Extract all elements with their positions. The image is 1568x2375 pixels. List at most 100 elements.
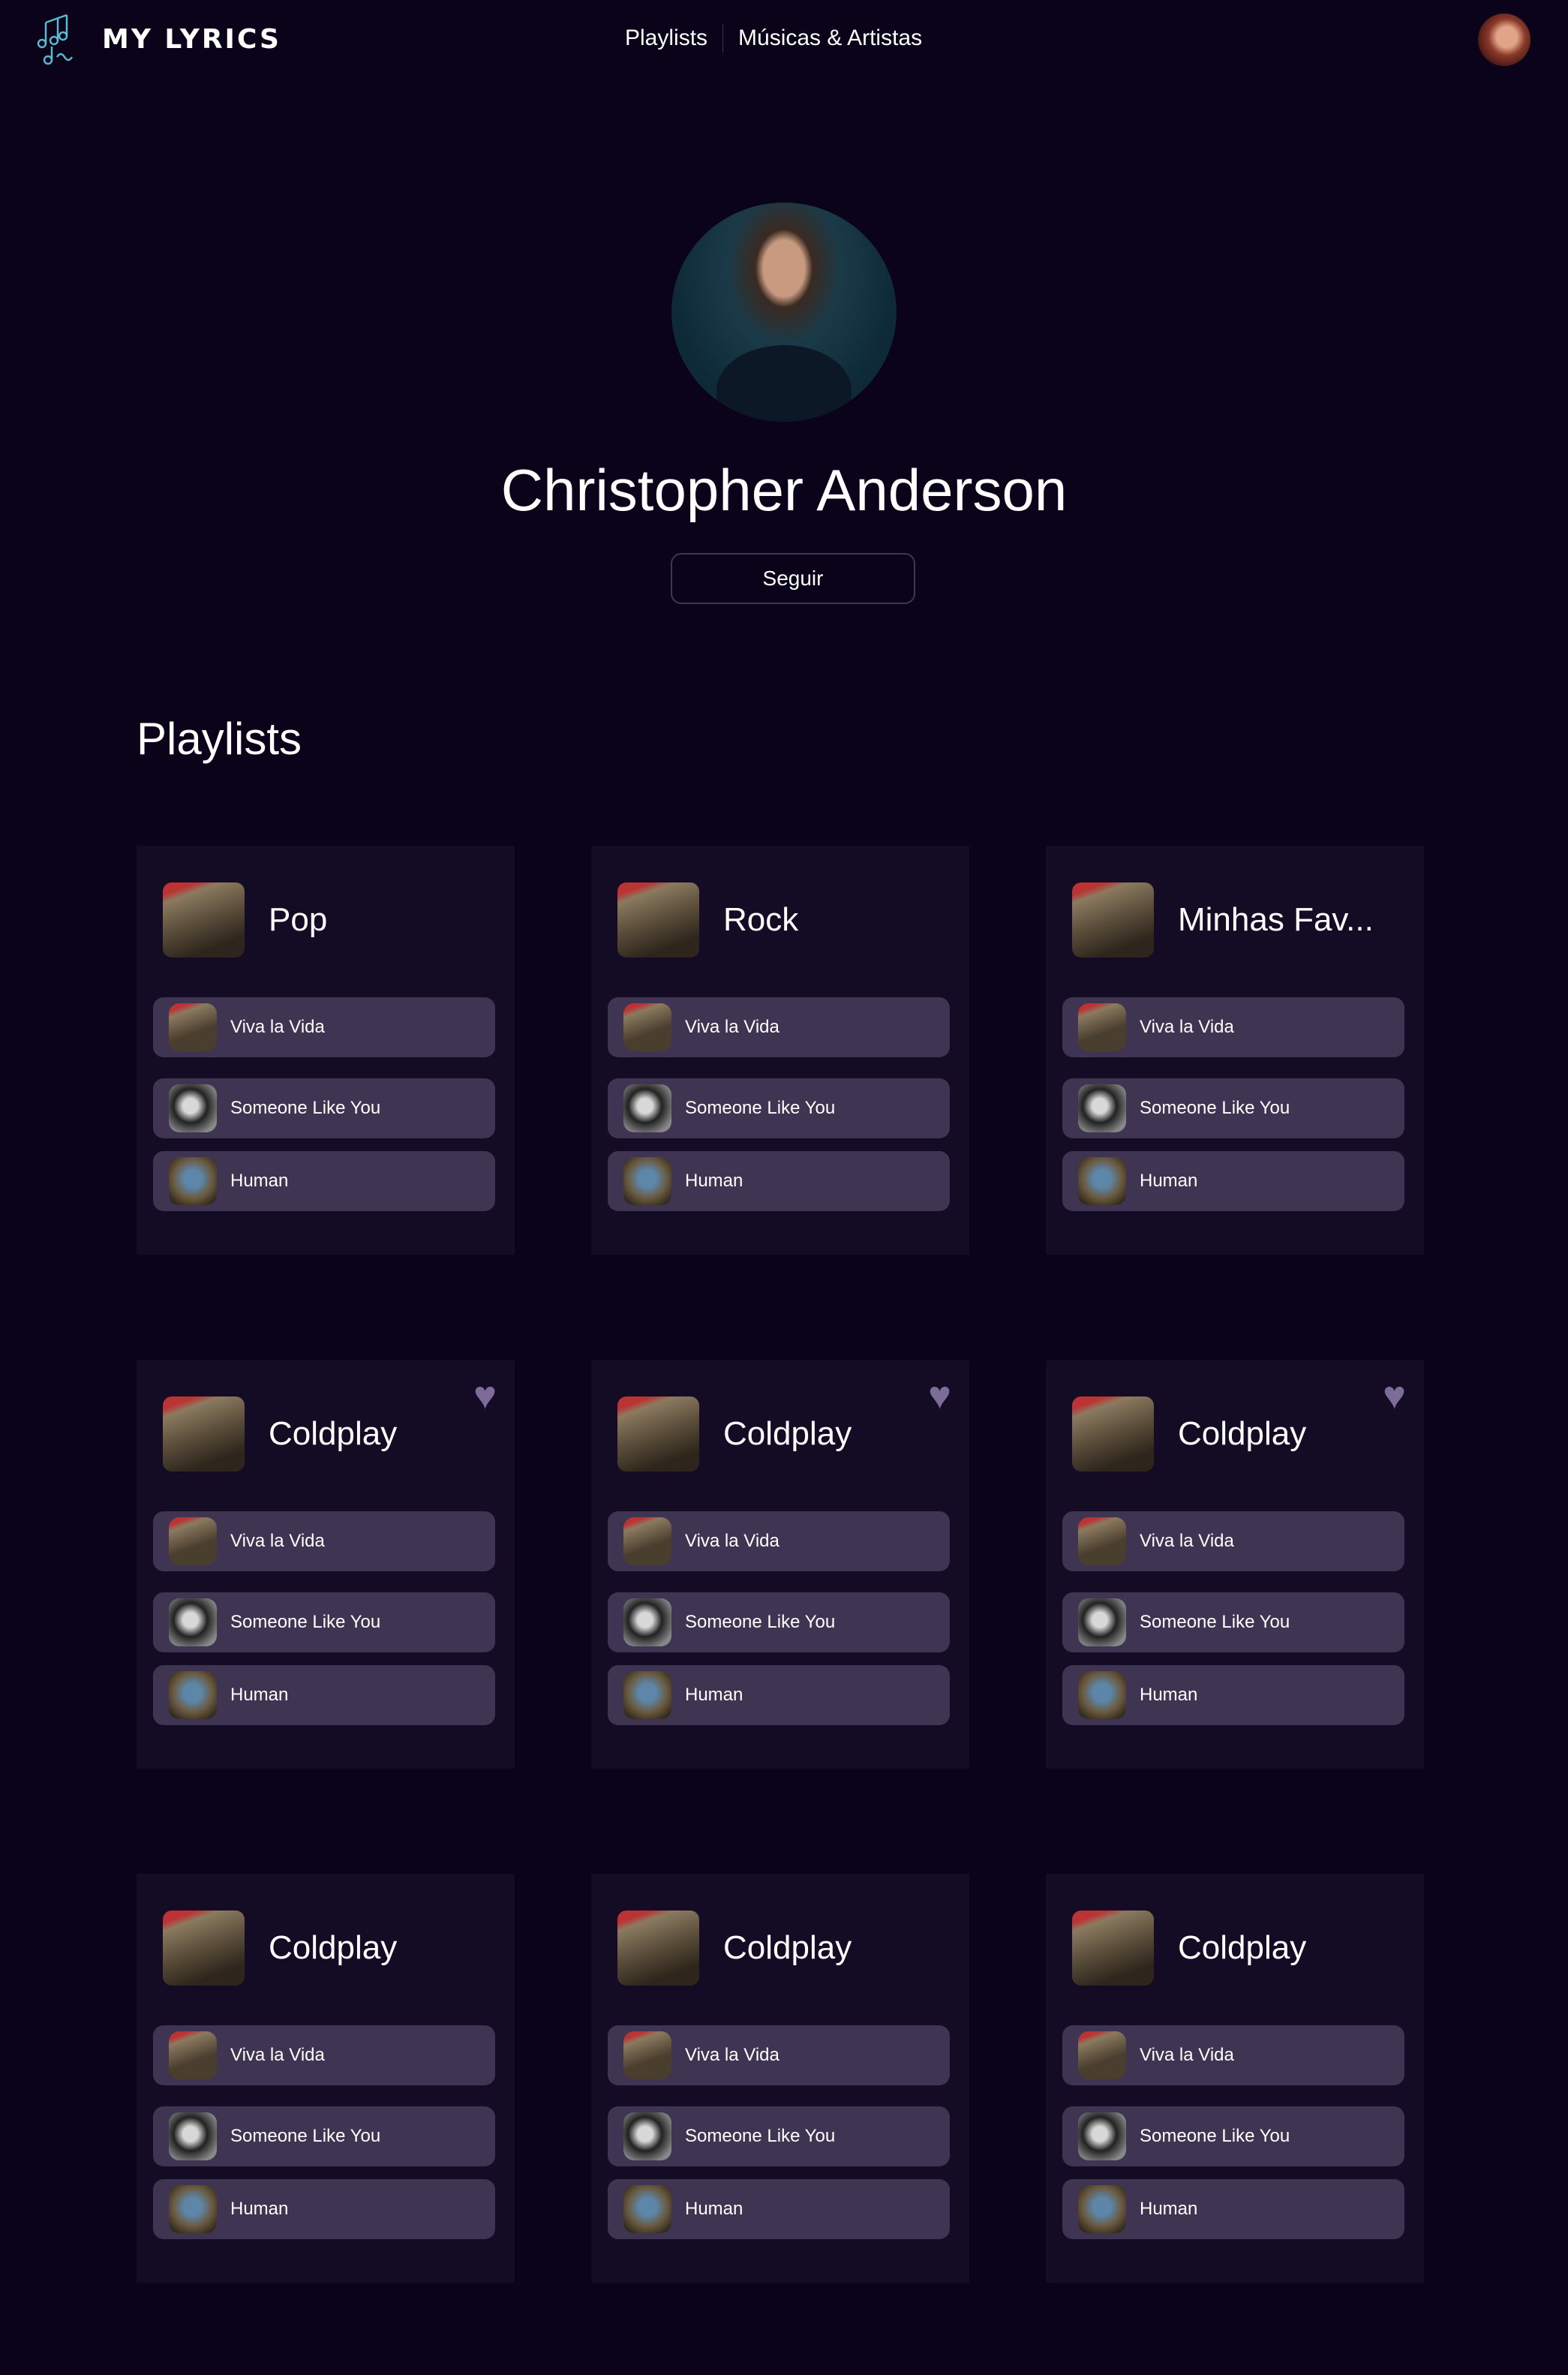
playlist-card[interactable]: VIVA LA VIDA Rock Viva la Vida Someone L… [591, 846, 969, 1255]
playlist-cover: VIVA LA VIDA [163, 1396, 245, 1472]
song-item[interactable]: Human [153, 1151, 495, 1211]
song-item[interactable]: Viva la Vida [1062, 997, 1404, 1057]
playlist-title: Coldplay [269, 1929, 398, 1966]
song-thumbnail [623, 1157, 671, 1205]
playlist-cover: VIVA LA VIDA [617, 882, 699, 958]
playlist-card[interactable]: VIVA LA VIDA Coldplay ♥ Viva la Vida Some… [137, 1360, 515, 1769]
song-thumbnail [623, 1084, 671, 1132]
song-thumbnail [623, 1517, 671, 1565]
section-title: Playlists [137, 714, 302, 764]
playlist-cover: VIVA LA VIDA [163, 1911, 245, 1986]
song-item[interactable]: Human [153, 2179, 495, 2239]
song-item[interactable]: Human [153, 1665, 495, 1725]
playlist-cover: VIVA LA VIDA [617, 1396, 699, 1472]
playlist-card[interactable]: VIVA LA VIDA Pop Viva la Vida Someone Li… [137, 846, 515, 1255]
playlist-card[interactable]: VIVA LA VIDA Coldplay Viva la Vida Someo… [591, 1874, 969, 2283]
song-thumbnail [1078, 2185, 1126, 2233]
song-item[interactable]: Human [608, 1665, 950, 1725]
song-item[interactable]: Viva la Vida [608, 2025, 950, 2085]
song-title: Human [230, 2199, 289, 2219]
playlist-cover: VIVA LA VIDA [163, 882, 245, 958]
song-thumbnail [1078, 1157, 1126, 1205]
song-item[interactable]: Someone Like You [153, 2106, 495, 2166]
song-item[interactable]: Viva la Vida [608, 997, 950, 1057]
song-thumbnail [169, 1003, 217, 1051]
song-item[interactable]: Human [1062, 1665, 1404, 1725]
song-item[interactable]: Someone Like You [153, 1592, 495, 1652]
song-item[interactable]: Human [1062, 2179, 1404, 2239]
nav-musicas-artistas[interactable]: Músicas & Artistas [738, 26, 922, 51]
song-item[interactable]: Someone Like You [153, 1078, 495, 1138]
song-item[interactable]: Viva la Vida [153, 2025, 495, 2085]
playlist-card[interactable]: VIVA LA VIDA Coldplay Viva la Vida Someo… [1046, 1874, 1424, 2283]
song-title: Someone Like You [230, 1612, 381, 1632]
header: MY LYRICS Playlists Músicas & Artistas [0, 0, 1568, 83]
song-item[interactable]: Viva la Vida [153, 997, 495, 1057]
playlist-title: Coldplay [723, 1929, 852, 1966]
song-title: Viva la Vida [1140, 1017, 1234, 1037]
song-thumbnail [169, 1084, 217, 1132]
nav-playlists[interactable]: Playlists [625, 26, 707, 51]
song-thumbnail [1078, 1517, 1126, 1565]
song-thumbnail [169, 1517, 217, 1565]
song-thumbnail [623, 1003, 671, 1051]
playlist-cover: VIVA LA VIDA [1072, 1911, 1154, 1986]
song-thumbnail [1078, 1003, 1126, 1051]
playlist-title: Coldplay [1178, 1415, 1307, 1452]
playlist-card[interactable]: VIVA LA VIDA Coldplay ♥ Viva la Vida Some… [1046, 1360, 1424, 1769]
song-title: Viva la Vida [230, 1017, 325, 1037]
song-item[interactable]: Someone Like You [608, 1592, 950, 1652]
song-title: Viva la Vida [685, 1017, 779, 1037]
song-thumbnail [1078, 1084, 1126, 1132]
song-item[interactable]: Someone Like You [1062, 1592, 1404, 1652]
playlist-title: Pop [269, 901, 328, 938]
song-item[interactable]: Someone Like You [1062, 2106, 1404, 2166]
playlist-title: Rock [723, 901, 799, 938]
heart-icon[interactable]: ♥ [928, 1376, 951, 1415]
playlist-card[interactable]: VIVA LA VIDA Minhas Fav... Viva la Vida … [1046, 846, 1424, 1255]
song-title: Someone Like You [685, 2126, 836, 2146]
song-title: Someone Like You [685, 1612, 836, 1632]
playlist-title: Minhas Fav... [1178, 901, 1374, 938]
song-item[interactable]: Viva la Vida [1062, 1511, 1404, 1571]
song-item[interactable]: Someone Like You [1062, 1078, 1404, 1138]
song-title: Human [685, 1685, 743, 1705]
song-title: Someone Like You [230, 1098, 381, 1118]
playlist-cover: VIVA LA VIDA [1072, 1396, 1154, 1472]
song-title: Human [1140, 2199, 1198, 2219]
song-thumbnail [169, 1157, 217, 1205]
playlist-card[interactable]: VIVA LA VIDA Coldplay Viva la Vida Someo… [137, 1874, 515, 2283]
song-item[interactable]: Human [608, 1151, 950, 1211]
song-title: Human [230, 1171, 289, 1191]
heart-icon[interactable]: ♥ [1383, 1376, 1406, 1415]
song-title: Human [1140, 1171, 1198, 1191]
main-nav: Playlists Músicas & Artistas [625, 24, 922, 53]
song-item[interactable]: Viva la Vida [608, 1511, 950, 1571]
logo[interactable]: MY LYRICS [36, 14, 281, 65]
song-title: Someone Like You [1140, 1098, 1290, 1118]
song-item[interactable]: Viva la Vida [1062, 2025, 1404, 2085]
playlist-card[interactable]: VIVA LA VIDA Coldplay ♥ Viva la Vida Some… [591, 1360, 969, 1769]
song-title: Viva la Vida [685, 1531, 779, 1551]
profile-avatar [671, 203, 897, 422]
song-thumbnail [169, 2031, 217, 2079]
song-thumbnail [169, 1598, 217, 1646]
user-avatar[interactable] [1478, 14, 1530, 66]
song-item[interactable]: Someone Like You [608, 2106, 950, 2166]
song-thumbnail [623, 1671, 671, 1719]
song-title: Viva la Vida [685, 2045, 779, 2065]
song-thumbnail [623, 1598, 671, 1646]
song-thumbnail [1078, 1598, 1126, 1646]
song-item[interactable]: Someone Like You [608, 1078, 950, 1138]
playlist-title: Coldplay [723, 1415, 852, 1452]
song-item[interactable]: Human [1062, 1151, 1404, 1211]
song-item[interactable]: Human [608, 2179, 950, 2239]
follow-button[interactable]: Seguir [671, 553, 915, 604]
song-item[interactable]: Viva la Vida [153, 1511, 495, 1571]
song-thumbnail [1078, 1671, 1126, 1719]
heart-icon[interactable]: ♥ [473, 1376, 497, 1415]
song-thumbnail [623, 2031, 671, 2079]
song-thumbnail [1078, 2031, 1126, 2079]
music-notes-icon [37, 14, 74, 65]
song-title: Someone Like You [1140, 1612, 1290, 1632]
